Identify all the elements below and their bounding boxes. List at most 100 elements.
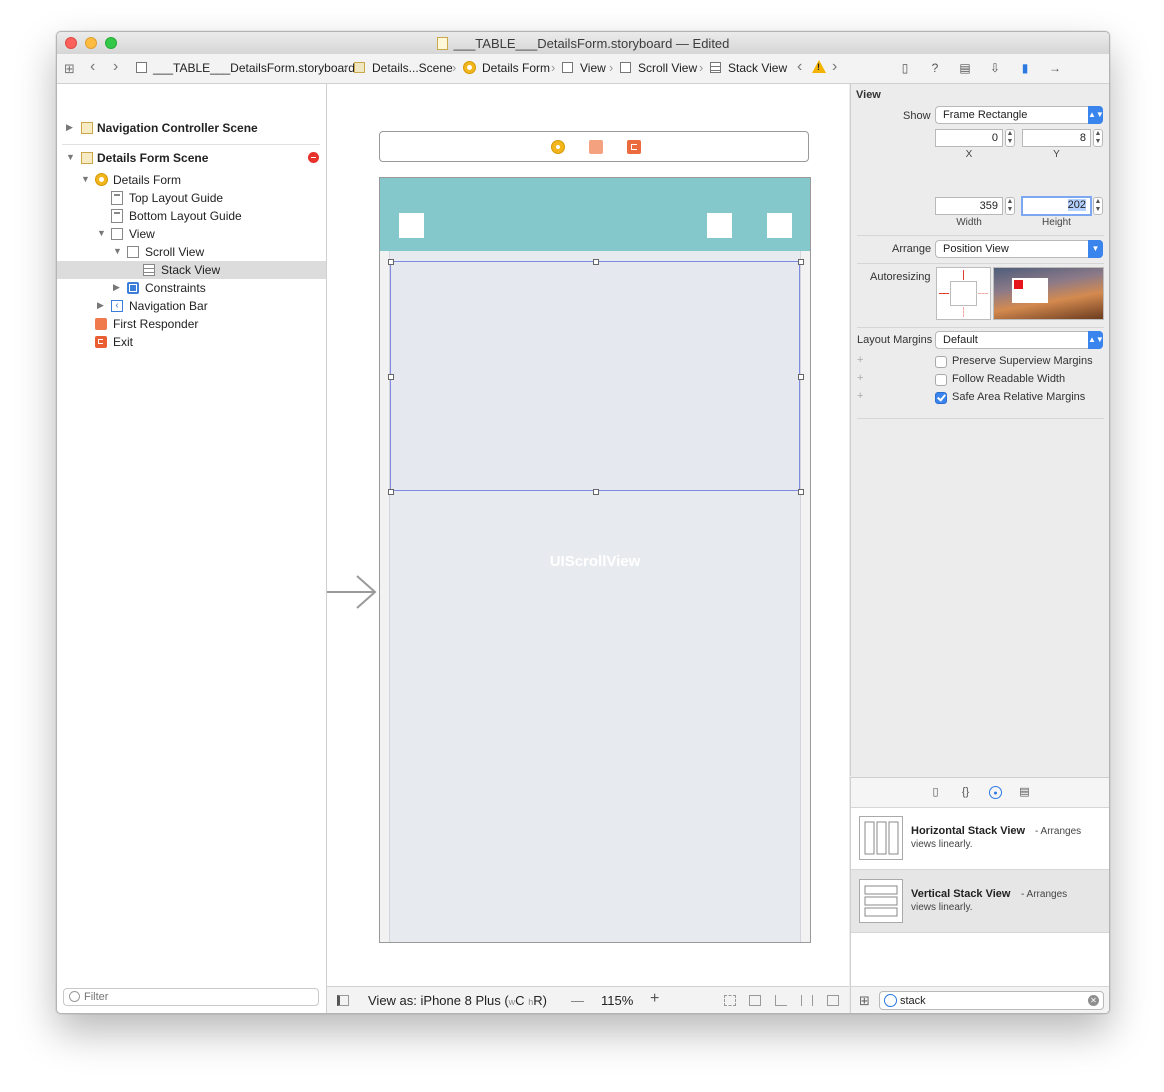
identity-inspector-icon[interactable]: ▤ xyxy=(958,61,972,75)
file-inspector-icon[interactable]: ▯ xyxy=(898,61,912,75)
previous-issue-chevron-icon[interactable]: ‹ xyxy=(797,58,802,76)
autoresizing-mask-control[interactable] xyxy=(936,267,991,320)
breadcrumb-scroll-view[interactable]: Scroll View xyxy=(638,61,697,75)
outline-filter-input[interactable] xyxy=(84,990,304,1004)
help-inspector-icon[interactable]: ? xyxy=(928,61,942,75)
y-field[interactable]: 8 xyxy=(1022,129,1091,147)
outline-item[interactable]: ▼ Scroll View xyxy=(57,243,326,261)
resize-handle[interactable] xyxy=(388,374,394,380)
outline-item[interactable]: Exit xyxy=(57,333,326,351)
disclosure-expanded-icon[interactable]: ▼ xyxy=(97,228,106,238)
stack-view-selection[interactable] xyxy=(388,259,804,495)
media-library-icon[interactable]: ▤ xyxy=(1018,786,1031,799)
first-responder-cube-icon[interactable] xyxy=(589,140,603,154)
add-variation-icon[interactable]: + xyxy=(857,372,863,384)
device-selector[interactable]: View as: iPhone 8 Plus (wC hR) xyxy=(368,993,547,1008)
grid-view-icon[interactable]: ⊞ xyxy=(859,993,870,1009)
disclosure-expanded-icon[interactable]: ▼ xyxy=(113,246,122,256)
outline-item[interactable]: ▶ ‹ Navigation Bar xyxy=(57,297,326,315)
breadcrumb-stack-view[interactable]: Stack View xyxy=(728,61,787,75)
exit-icon[interactable] xyxy=(627,140,641,154)
back-chevron-icon[interactable]: ‹ xyxy=(90,58,95,76)
width-field[interactable]: 359 xyxy=(935,197,1003,215)
breadcrumb-storyboard[interactable]: ___TABLE___DetailsForm.storyboard xyxy=(153,61,355,75)
outline-item[interactable]: ▶ Navigation Controller Scene xyxy=(57,119,326,137)
left-bar-button[interactable] xyxy=(399,213,424,238)
add-constraints-icon[interactable] xyxy=(801,995,813,1006)
add-variation-icon[interactable]: + xyxy=(857,354,863,366)
outline-item-selected[interactable]: Stack View xyxy=(57,261,326,279)
library-item-selected[interactable]: Vertical Stack View - Arranges views lin… xyxy=(851,870,1109,933)
resize-handle[interactable] xyxy=(798,259,804,265)
library-search[interactable]: ✕ xyxy=(879,991,1104,1010)
resize-handle[interactable] xyxy=(593,489,599,495)
object-library-icon[interactable]: ● xyxy=(989,786,1002,799)
resolve-layout-issues-icon[interactable] xyxy=(827,995,839,1006)
warning-icon[interactable] xyxy=(812,60,826,73)
outline-item[interactable]: ▶ Constraints xyxy=(57,279,326,297)
breadcrumb-scene[interactable]: Details...Scene xyxy=(372,61,453,75)
preserve-superview-margins-checkbox[interactable] xyxy=(935,356,947,368)
zoom-out-button[interactable]: — xyxy=(571,993,584,1008)
resize-handle[interactable] xyxy=(388,489,394,495)
breadcrumb-view[interactable]: View xyxy=(580,61,606,75)
align-icon[interactable] xyxy=(775,995,787,1006)
clear-search-icon[interactable]: ✕ xyxy=(1088,995,1099,1006)
library-search-input[interactable] xyxy=(900,993,1080,1008)
scroll-view[interactable]: UIScrollView xyxy=(388,251,804,942)
outline-filter[interactable] xyxy=(63,988,319,1006)
next-issue-chevron-icon[interactable]: › xyxy=(832,58,837,76)
layout-margins-popup[interactable]: Default ▲▼ xyxy=(935,331,1104,349)
outline-item[interactable]: ▼ Details Form Scene xyxy=(57,149,326,167)
library-item[interactable]: Horizontal Stack View - Arranges views l… xyxy=(851,807,1109,870)
resize-handle[interactable] xyxy=(593,259,599,265)
view-controller-frame[interactable]: UIScrollView xyxy=(379,177,811,943)
update-frames-icon[interactable] xyxy=(724,995,736,1006)
y-stepper[interactable]: ▲ ▼ xyxy=(1093,129,1103,147)
right-strut[interactable] xyxy=(978,293,988,295)
height-field[interactable]: 202 xyxy=(1021,196,1092,216)
resize-handle[interactable] xyxy=(388,259,394,265)
show-popup[interactable]: Frame Rectangle ▲▼ xyxy=(935,106,1104,124)
zoom-level[interactable]: 115% xyxy=(601,993,633,1008)
connections-inspector-icon[interactable]: → xyxy=(1048,61,1062,75)
right-bar-button[interactable] xyxy=(767,213,792,238)
embed-in-stack-icon[interactable] xyxy=(749,995,761,1006)
disclosure-expanded-icon[interactable]: ▼ xyxy=(66,152,75,162)
toggle-outline-icon[interactable] xyxy=(337,995,349,1006)
x-field[interactable]: 0 xyxy=(935,129,1003,147)
width-stepper[interactable]: ▲ ▼ xyxy=(1005,197,1015,215)
breadcrumb-details-form[interactable]: Details Form xyxy=(482,61,550,75)
x-stepper[interactable]: ▲ ▼ xyxy=(1005,129,1015,147)
storyboard-canvas[interactable]: UIScrollView View as: iPhone 8 Plus (wC … xyxy=(327,84,849,1013)
navigation-bar[interactable] xyxy=(380,178,810,251)
code-snippet-library-icon[interactable]: {} xyxy=(959,786,972,799)
right-bar-button[interactable] xyxy=(707,213,732,238)
zoom-in-button[interactable]: + xyxy=(650,990,659,1008)
arrange-popup[interactable]: Position View ▼ xyxy=(935,240,1103,258)
disclosure-collapsed-icon[interactable]: ▶ xyxy=(97,300,104,311)
safe-area-relative-margins-checkbox[interactable] xyxy=(935,392,947,404)
disclosure-expanded-icon[interactable]: ▼ xyxy=(81,174,90,184)
bottom-strut[interactable] xyxy=(963,307,965,317)
file-template-library-icon[interactable]: ▯ xyxy=(929,786,942,799)
outline-item[interactable]: ▼ View xyxy=(57,225,326,243)
resize-handle[interactable] xyxy=(798,374,804,380)
add-variation-icon[interactable]: + xyxy=(857,390,863,402)
left-strut[interactable] xyxy=(939,293,949,294)
error-badge-icon[interactable] xyxy=(308,152,319,163)
attributes-inspector-icon[interactable]: ⇩ xyxy=(988,61,1002,75)
outline-item[interactable]: Bottom Layout Guide xyxy=(57,207,326,225)
disclosure-collapsed-icon[interactable]: ▶ xyxy=(66,122,73,133)
outline-item[interactable]: Top Layout Guide xyxy=(57,189,326,207)
resize-handle[interactable] xyxy=(798,489,804,495)
view-controller-icon[interactable] xyxy=(551,140,565,154)
top-strut[interactable] xyxy=(963,270,964,280)
height-stepper[interactable]: ▲ ▼ xyxy=(1093,197,1103,215)
follow-readable-width-checkbox[interactable] xyxy=(935,374,947,386)
outline-item[interactable]: ▼ Details Form xyxy=(57,171,326,189)
related-items-grid-icon[interactable]: ⊞ xyxy=(64,61,75,77)
size-inspector-icon[interactable]: ▮ xyxy=(1018,61,1032,75)
disclosure-collapsed-icon[interactable]: ▶ xyxy=(113,282,120,293)
forward-chevron-icon[interactable]: › xyxy=(113,58,118,76)
